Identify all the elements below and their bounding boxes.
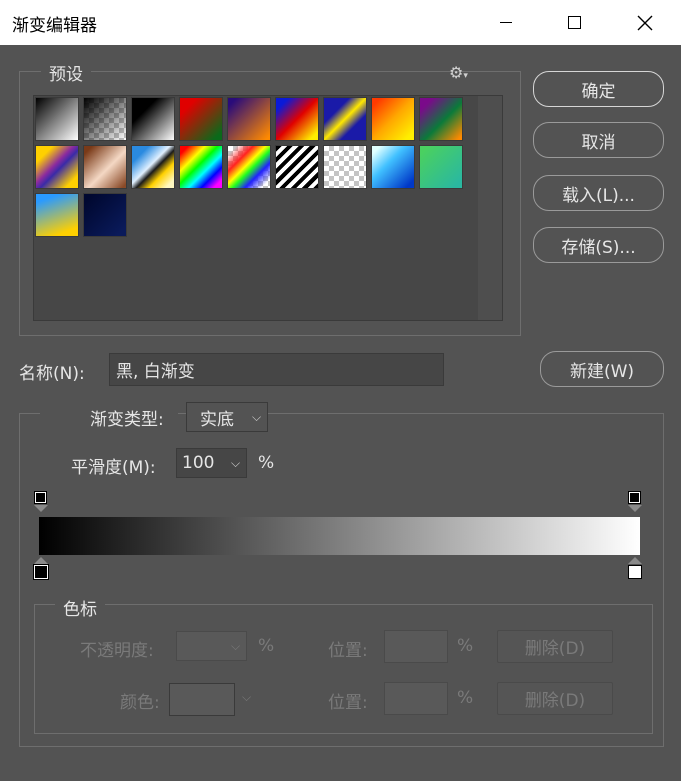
gradient-type-value: 实底	[200, 409, 234, 430]
smoothness-label: 平滑度(M):	[71, 458, 156, 478]
presets-scrollbar[interactable]	[478, 96, 502, 320]
save-button[interactable]: 存储(S)...	[533, 227, 664, 263]
close-button[interactable]	[622, 0, 668, 45]
gear-icon[interactable]: ⚙▾	[449, 63, 468, 82]
smoothness-unit: %	[258, 453, 275, 473]
opacity-position-unit: %	[457, 636, 474, 656]
opacity-input[interactable]: ⌵	[176, 631, 247, 661]
preset-swatch[interactable]	[35, 193, 79, 237]
title-bar: 渐变编辑器	[0, 0, 681, 45]
preset-swatch[interactable]	[83, 145, 127, 189]
opacity-stop-marker-left	[34, 505, 48, 512]
preset-swatch[interactable]	[131, 97, 175, 141]
minimize-icon	[500, 22, 512, 23]
color-label: 颜色:	[120, 693, 160, 713]
preset-swatch[interactable]	[35, 145, 79, 189]
gradient-type-select[interactable]: 实底 ⌵	[186, 402, 268, 432]
preset-swatch[interactable]	[179, 97, 223, 141]
color-stop-marker-left	[34, 557, 48, 564]
maximize-button[interactable]	[551, 0, 597, 45]
opacity-position-label: 位置:	[328, 641, 368, 661]
preset-swatch[interactable]	[371, 145, 415, 189]
load-button[interactable]: 载入(L)...	[533, 175, 664, 211]
preset-swatch[interactable]	[323, 97, 367, 141]
preset-swatch[interactable]	[419, 145, 463, 189]
delete-opacity-stop-button[interactable]: 删除(D)	[497, 630, 613, 663]
color-position-unit: %	[457, 688, 474, 708]
preset-swatch[interactable]	[227, 97, 271, 141]
preset-swatch[interactable]	[275, 145, 319, 189]
gradient-bar[interactable]	[39, 517, 640, 555]
opacity-position-input[interactable]	[384, 630, 448, 663]
chevron-down-icon: ⌵	[242, 690, 252, 704]
new-button[interactable]: 新建(W)	[540, 351, 664, 387]
preset-swatch[interactable]	[83, 193, 127, 237]
color-position-label: 位置:	[328, 693, 368, 713]
preset-swatch[interactable]	[371, 97, 415, 141]
cancel-button[interactable]: 取消	[533, 122, 664, 158]
preset-swatch[interactable]	[275, 97, 319, 141]
delete-color-stop-button[interactable]: 删除(D)	[497, 682, 613, 715]
preset-swatch[interactable]	[323, 145, 367, 189]
chevron-down-icon: ⌵	[231, 639, 241, 653]
color-stop-right[interactable]	[628, 565, 642, 579]
gradient-type-label: 渐变类型:	[90, 405, 164, 430]
preset-swatch[interactable]	[131, 145, 175, 189]
name-input[interactable]: 黑, 白渐变	[109, 353, 444, 386]
chevron-down-icon: ⌵	[252, 410, 262, 424]
close-icon	[637, 15, 653, 30]
color-stop-marker-right	[628, 557, 642, 564]
smoothness-input[interactable]: 100 ⌵	[176, 448, 247, 478]
opacity-stop-marker-right	[628, 505, 642, 512]
chevron-down-icon: ⌵	[231, 456, 241, 470]
opacity-stop-right[interactable]	[629, 492, 640, 503]
preset-swatch[interactable]	[419, 97, 463, 141]
ok-button[interactable]: 确定	[533, 71, 664, 107]
color-swatch[interactable]	[169, 683, 235, 716]
opacity-label: 不透明度:	[80, 641, 154, 661]
color-position-input[interactable]	[384, 682, 448, 715]
name-label: 名称(N):	[19, 364, 85, 384]
window-title: 渐变编辑器	[12, 16, 97, 36]
presets-label: 预设	[41, 60, 91, 85]
color-stop-left[interactable]	[34, 565, 48, 579]
minimize-button[interactable]	[483, 0, 529, 45]
opacity-stop-left[interactable]	[35, 492, 46, 503]
color-stops-label: 色标	[55, 595, 105, 620]
preset-swatch[interactable]	[83, 97, 127, 141]
opacity-unit: %	[258, 636, 275, 656]
preset-swatch[interactable]	[227, 145, 271, 189]
maximize-icon	[567, 16, 581, 29]
smoothness-value: 100	[182, 453, 215, 473]
preset-swatch[interactable]	[35, 97, 79, 141]
preset-swatch[interactable]	[179, 145, 223, 189]
